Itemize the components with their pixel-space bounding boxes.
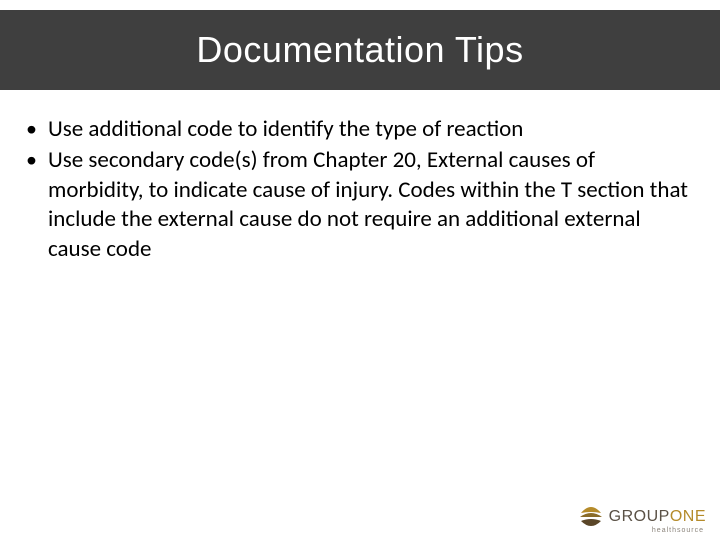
logo-text-one: ONE [670,508,706,525]
logo-icon [577,505,605,529]
content-area: Use additional code to identify the type… [20,115,690,266]
footer-logo: GROUPONE healthsource [577,505,706,534]
list-item: Use additional code to identify the type… [20,115,690,144]
logo-subtext: healthsource [652,527,704,534]
logo-row: GROUPONE [577,505,706,529]
slide-title: Documentation Tips [196,29,523,71]
list-item: Use secondary code(s) from Chapter 20, E… [20,146,690,264]
title-bar: Documentation Tips [0,10,720,90]
logo-text-group: GROUP [609,508,670,525]
logo-text: GROUPONE [609,508,706,526]
bullet-list: Use additional code to identify the type… [20,115,690,264]
